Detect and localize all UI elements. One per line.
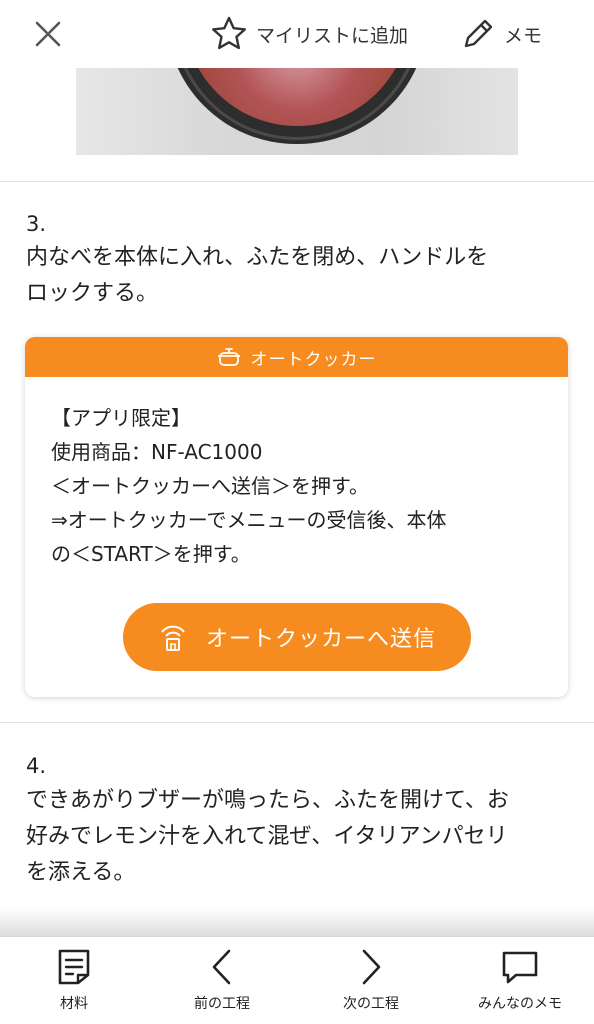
send-to-auto-cooker-button[interactable]: オートクッカーへ送信 <box>123 603 471 671</box>
scroll-shade <box>0 908 594 936</box>
step-description: 内なべを本体に入れ、ふたを閉め、ハンドルを ロックする。 <box>26 240 566 312</box>
card-text-line: 【アプリ限定】 <box>51 406 191 430</box>
nav-label: 前の工程 <box>194 996 250 1012</box>
pencil-icon <box>464 19 493 48</box>
memo-label: メモ <box>504 24 543 47</box>
add-to-mylist-button[interactable]: マイリストに追加 <box>210 14 408 54</box>
nav-label: 材料 <box>60 996 88 1012</box>
nav-label: みんなのメモ <box>478 996 562 1012</box>
ingredients-icon <box>58 949 90 985</box>
card-text-line: ＜オートクッカーへ送信＞を押す。 <box>51 474 369 498</box>
close-button[interactable] <box>28 14 68 54</box>
nav-label: 次の工程 <box>343 996 399 1012</box>
nav-next-step[interactable]: 次の工程 <box>311 947 431 1019</box>
close-icon <box>35 21 61 47</box>
bottom-navigation: 材料 前の工程 次の工程 みんなのメモ <box>0 936 594 1024</box>
step-text-line: 好みでレモン汁を入れて混ぜ、イタリアンパセリ <box>26 824 508 849</box>
card-header: オートクッカー <box>25 337 568 377</box>
chevron-right-icon <box>362 949 381 985</box>
step-text-line: ロックする。 <box>26 281 159 306</box>
step-description: できあがりブザーが鳴ったら、ふたを開けて、お 好みでレモン汁を入れて混ぜ、イタリ… <box>26 783 566 891</box>
auto-cooker-card: オートクッカー 【アプリ限定】 使用商品：NF-AC1000 ＜オートクッカーへ… <box>25 337 568 697</box>
card-body: 【アプリ限定】 使用商品：NF-AC1000 ＜オートクッカーへ送信＞を押す。 … <box>25 377 568 571</box>
memo-button[interactable]: メモ <box>460 14 542 54</box>
nav-ingredients[interactable]: 材料 <box>14 947 134 1019</box>
star-icon <box>212 16 246 50</box>
step-text-line: 内なべを本体に入れ、ふたを閉め、ハンドルを <box>26 245 489 270</box>
card-text-line: ⇒オートクッカーでメニューの受信後、本体 <box>51 508 447 532</box>
nav-previous-step[interactable]: 前の工程 <box>162 947 282 1019</box>
nav-everyone-memo[interactable]: みんなのメモ <box>460 947 580 1019</box>
step-text-line: を添える。 <box>26 860 136 885</box>
section-divider <box>0 722 594 723</box>
pot-rim <box>172 68 422 140</box>
chevron-left-icon <box>212 949 231 985</box>
section-divider <box>0 181 594 182</box>
top-bar: マイリストに追加 メモ <box>0 0 594 68</box>
cooker-icon <box>217 348 240 366</box>
step-number: 4. <box>26 754 47 778</box>
card-text-line: 使用商品：NF-AC1000 <box>51 440 263 464</box>
add-to-mylist-label: マイリストに追加 <box>256 24 409 47</box>
wireless-send-icon <box>161 625 185 651</box>
recipe-step-photo <box>76 68 518 155</box>
send-button-label: オートクッカーへ送信 <box>205 627 436 652</box>
speech-bubble-icon <box>502 951 538 984</box>
step-number: 3. <box>26 212 47 236</box>
step-text-line: できあがりブザーが鳴ったら、ふたを開けて、お <box>26 788 509 813</box>
card-text-line: の＜START＞を押す。 <box>51 542 251 566</box>
card-header-label: オートクッカー <box>250 349 377 370</box>
